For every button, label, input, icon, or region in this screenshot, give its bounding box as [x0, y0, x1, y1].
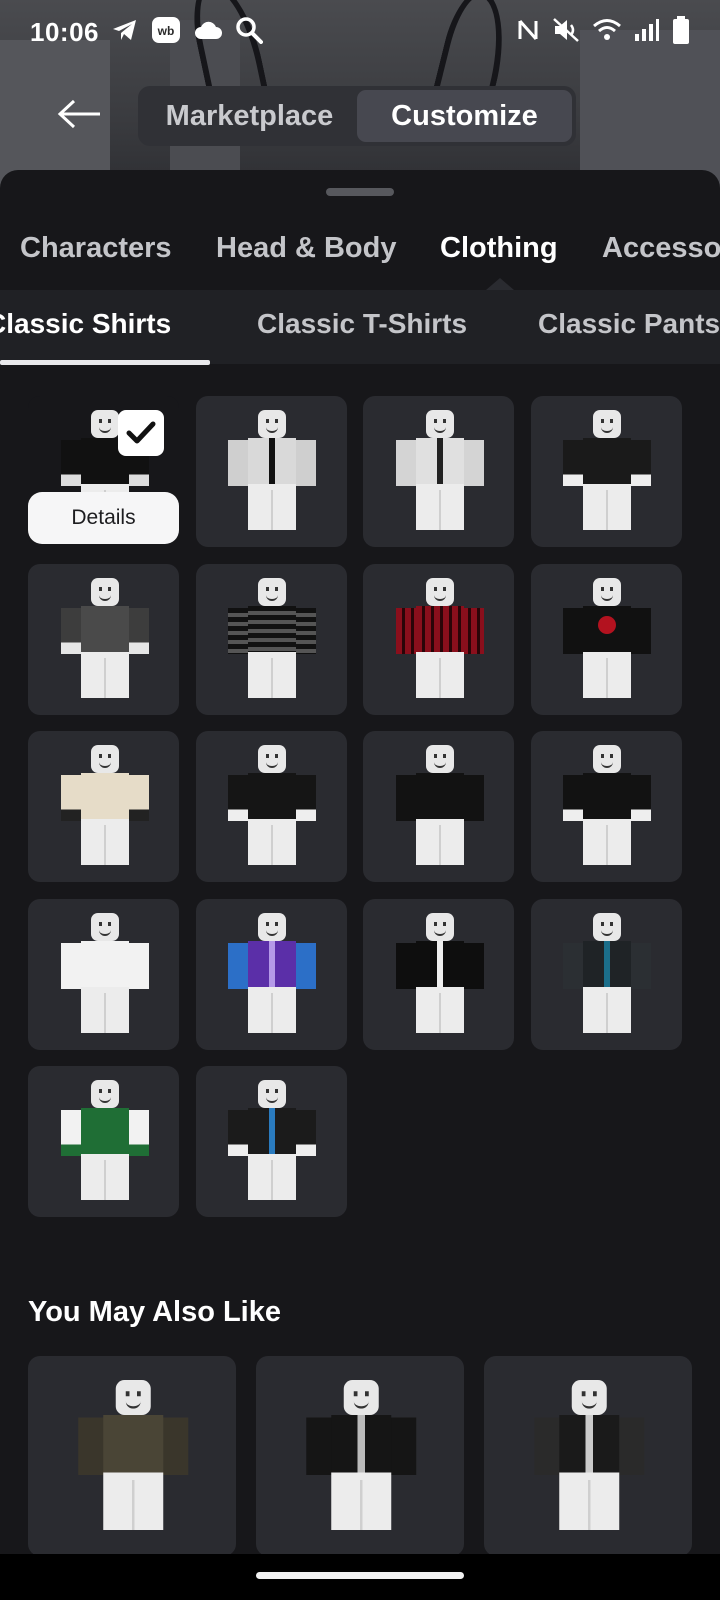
signal-icon	[634, 18, 660, 47]
arrow-left-icon	[56, 99, 104, 134]
avatar-figure	[226, 1080, 316, 1204]
checkmark-icon	[118, 410, 164, 456]
recommendation-tile[interactable]	[256, 1356, 464, 1556]
nfc-icon	[516, 17, 540, 48]
avatar-figure	[76, 1380, 189, 1535]
details-button[interactable]: Details	[28, 492, 179, 544]
avatar-figure	[394, 410, 484, 534]
back-button[interactable]	[50, 90, 110, 142]
avatar-figure	[59, 912, 149, 1037]
mute-icon	[552, 17, 580, 48]
item-tile[interactable]	[530, 731, 682, 882]
item-tile[interactable]	[195, 396, 347, 547]
item-tile[interactable]	[363, 563, 514, 715]
item-tile[interactable]	[363, 898, 514, 1050]
item-tile[interactable]	[195, 731, 347, 882]
tab-classic-t-shirts[interactable]: Classic T-Shirts	[257, 308, 467, 340]
avatar-figure	[561, 410, 651, 534]
item-tile[interactable]	[28, 563, 179, 715]
subcategory-tabs: Classic Shirts Classic T-Shirts Classic …	[0, 290, 720, 364]
avatar-figure	[59, 745, 149, 869]
recommendations-title: You May Also Like	[28, 1296, 281, 1328]
item-tile[interactable]	[530, 396, 682, 547]
home-indicator[interactable]	[256, 1572, 464, 1579]
category-tabs: Characters Head & Body Clothing Accessor…	[0, 222, 720, 282]
item-tile[interactable]	[530, 898, 682, 1050]
drag-handle[interactable]	[326, 188, 394, 196]
svg-text:wb: wb	[157, 24, 175, 38]
avatar-figure	[532, 1380, 645, 1535]
avatar-figure	[226, 912, 316, 1037]
search-icon	[235, 16, 263, 49]
wb-app-icon: wb	[151, 16, 181, 49]
system-nav-bar	[0, 1554, 720, 1600]
tab-customize[interactable]: Customize	[357, 90, 572, 142]
item-tile[interactable]	[195, 898, 347, 1050]
avatar-figure	[59, 577, 149, 702]
tab-accessories[interactable]: Accessories	[602, 232, 720, 265]
subcategory-active-underline	[0, 360, 210, 365]
recommendation-tile[interactable]	[484, 1356, 692, 1556]
recommendation-tile[interactable]	[28, 1356, 236, 1556]
tab-characters[interactable]: Characters	[20, 232, 172, 265]
item-tile[interactable]	[28, 1066, 179, 1217]
item-tile[interactable]	[363, 396, 514, 547]
battery-icon	[672, 15, 690, 49]
item-tile[interactable]	[195, 563, 347, 715]
item-tile[interactable]	[28, 731, 179, 882]
status-bar: 10:06 wb	[0, 0, 720, 64]
status-time: 10:06	[30, 16, 99, 47]
item-tile[interactable]	[28, 898, 179, 1050]
mode-switch: Marketplace Customize	[138, 86, 576, 146]
avatar-figure	[561, 577, 651, 702]
cloud-icon	[193, 19, 223, 46]
telegram-icon	[111, 18, 139, 47]
avatar-figure	[226, 410, 316, 534]
avatar-figure	[59, 1080, 149, 1204]
avatar-figure	[561, 745, 651, 869]
tab-classic-pants[interactable]: Classic Pants	[538, 308, 720, 340]
customize-sheet: Characters Head & Body Clothing Accessor…	[0, 170, 720, 1600]
item-tile-selected[interactable]: Details	[28, 396, 179, 547]
tab-classic-shirts[interactable]: Classic Shirts	[0, 308, 171, 340]
item-tile[interactable]	[530, 563, 682, 715]
avatar-figure	[394, 912, 484, 1037]
tab-clothing[interactable]: Clothing	[440, 232, 558, 265]
avatar-figure	[394, 577, 484, 702]
avatar-figure	[226, 577, 316, 702]
wifi-icon	[592, 18, 622, 47]
tab-marketplace[interactable]: Marketplace	[142, 90, 357, 142]
avatar-figure	[394, 745, 484, 869]
avatar-figure	[226, 745, 316, 869]
avatar-figure	[304, 1380, 417, 1535]
avatar-figure	[561, 912, 651, 1037]
recommendations-row	[28, 1356, 692, 1556]
item-tile[interactable]	[195, 1066, 347, 1217]
item-tile[interactable]	[363, 731, 514, 882]
category-active-indicator	[486, 278, 514, 290]
tab-head-body[interactable]: Head & Body	[216, 232, 396, 265]
